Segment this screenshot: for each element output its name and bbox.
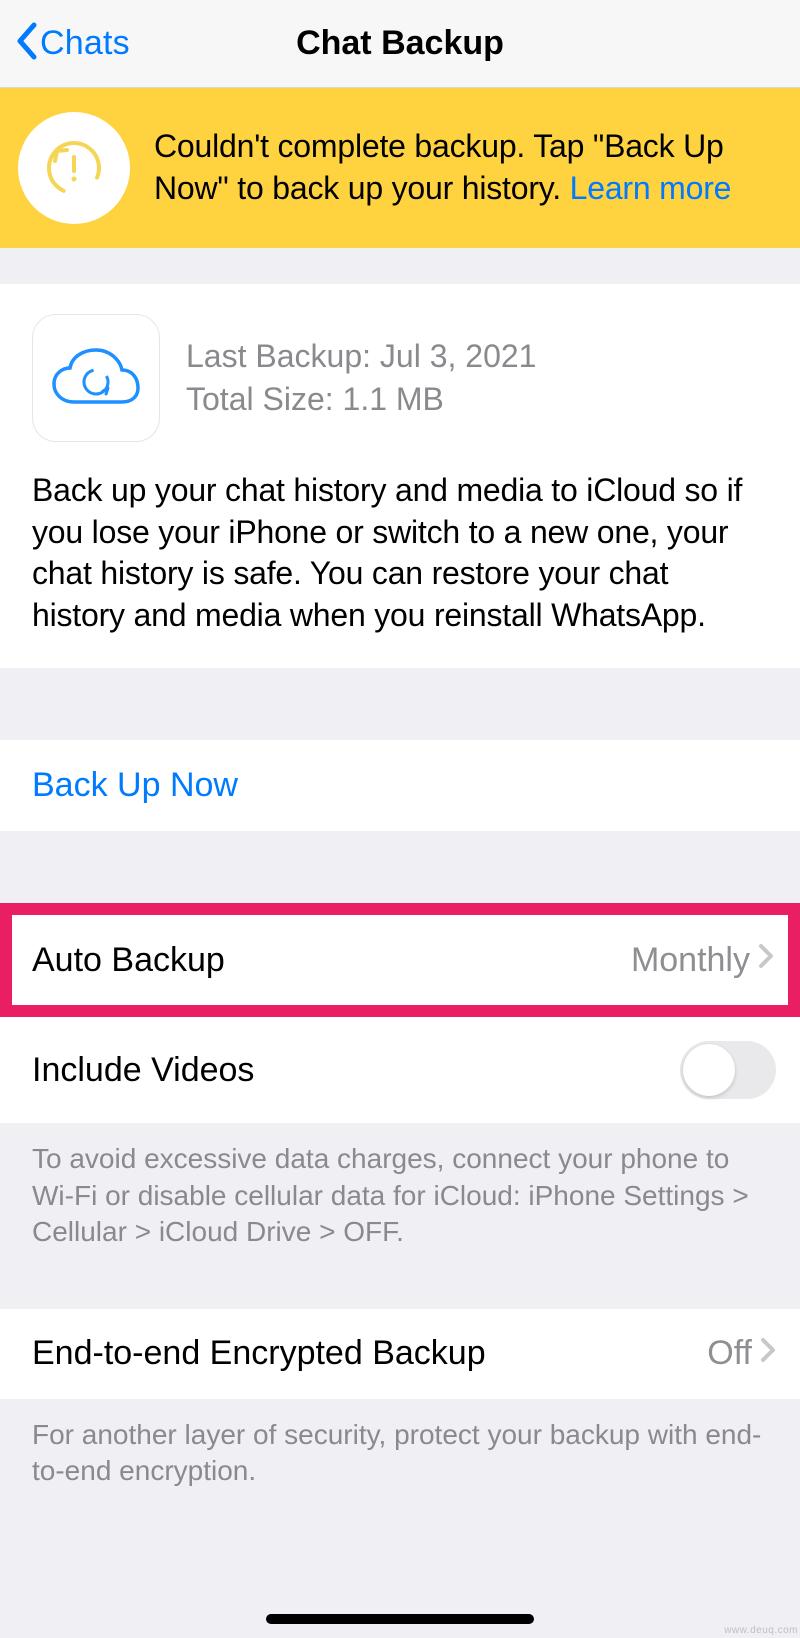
include-videos-row: Include Videos xyxy=(0,1017,800,1123)
chevron-right-icon xyxy=(760,1337,776,1371)
chevron-left-icon xyxy=(14,19,38,69)
encryption-group: End-to-end Encrypted Backup Off xyxy=(0,1309,800,1399)
backup-description: Back up your chat history and media to i… xyxy=(32,470,768,636)
backup-stats: Last Backup: Jul 3, 2021 Total Size: 1.1… xyxy=(186,335,536,421)
last-backup-label: Last Backup: xyxy=(186,338,380,374)
backup-options-group: Auto Backup Monthly Include Videos xyxy=(0,903,800,1123)
home-indicator[interactable] xyxy=(266,1614,534,1624)
last-backup-value: Jul 3, 2021 xyxy=(380,338,537,374)
back-label: Chats xyxy=(40,24,130,63)
auto-backup-label: Auto Backup xyxy=(32,941,225,980)
back-up-now-button[interactable]: Back Up Now xyxy=(0,740,800,831)
banner-text: Couldn't complete backup. Tap "Back Up N… xyxy=(154,126,772,209)
backup-info-section: Last Backup: Jul 3, 2021 Total Size: 1.1… xyxy=(0,284,800,668)
include-videos-toggle[interactable] xyxy=(680,1041,776,1099)
data-charges-notice: To avoid excessive data charges, connect… xyxy=(0,1123,800,1268)
learn-more-link[interactable]: Learn more xyxy=(570,170,732,206)
backup-info-header: Last Backup: Jul 3, 2021 Total Size: 1.1… xyxy=(32,314,768,442)
e2e-backup-value: Off xyxy=(707,1334,752,1373)
backup-warning-icon xyxy=(18,112,130,224)
total-size-value: 1.1 MB xyxy=(343,381,444,417)
chevron-right-icon xyxy=(758,943,774,977)
auto-backup-value: Monthly xyxy=(631,941,750,980)
cloud-backup-icon xyxy=(32,314,160,442)
include-videos-label: Include Videos xyxy=(32,1051,254,1090)
e2e-backup-label: End-to-end Encrypted Backup xyxy=(32,1334,486,1373)
e2e-backup-row[interactable]: End-to-end Encrypted Backup Off xyxy=(0,1309,800,1399)
warning-banner[interactable]: Couldn't complete backup. Tap "Back Up N… xyxy=(0,88,800,248)
header-bar: Chats Chat Backup xyxy=(0,0,800,88)
highlight-annotation: Auto Backup Monthly xyxy=(0,903,800,1017)
auto-backup-row[interactable]: Auto Backup Monthly xyxy=(12,915,788,1005)
total-size-label: Total Size: xyxy=(186,381,343,417)
watermark: www.deuq.com xyxy=(724,1625,798,1636)
back-button[interactable]: Chats xyxy=(0,19,130,69)
toggle-knob xyxy=(683,1044,735,1096)
e2e-notice: For another layer of security, protect y… xyxy=(0,1399,800,1508)
